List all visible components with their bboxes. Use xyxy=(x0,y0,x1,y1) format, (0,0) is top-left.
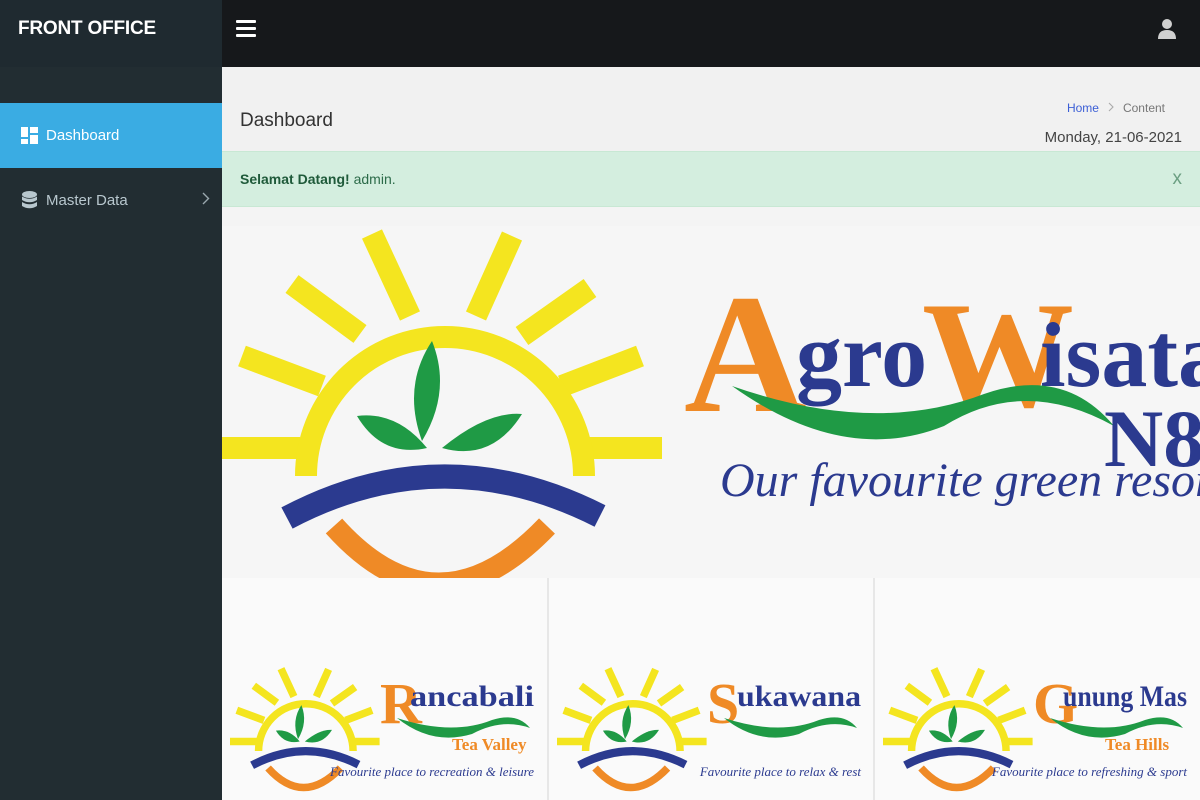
breadcrumb: Home Content xyxy=(1067,101,1165,115)
hamburger-icon[interactable] xyxy=(236,20,256,38)
card-name: unung Mas xyxy=(1063,680,1187,713)
card-name: ukawana xyxy=(737,680,861,713)
card-sukawana: Sukawana Favourite place to relax & rest xyxy=(549,578,873,800)
sub-brand-cards: Rancabali Tea Valley Favourite place to re… xyxy=(222,578,1200,800)
card-name: ancabali xyxy=(410,680,534,713)
sun-logo xyxy=(222,229,662,586)
card-logo: Sukawana Favourite place to relax & rest xyxy=(557,667,862,792)
card-rancabali: Rancabali Tea Valley Favourite place to re… xyxy=(222,578,547,800)
card-subtitle: Tea Hills xyxy=(1105,735,1169,754)
card-gunung-mas: Gunung Mas Tea Hills Favourite place to re… xyxy=(875,578,1200,800)
page-title: Dashboard xyxy=(240,110,333,131)
agro-wisata-title: A gro W isata N8 Our favourite green res… xyxy=(684,260,1200,507)
card-logo: RancabaliTea ValleyFavourite place to re… xyxy=(230,667,534,792)
welcome-alert: Selamat Datang! admin. x xyxy=(222,151,1200,207)
alert-user: admin. xyxy=(349,171,396,187)
alert-close-button[interactable]: x xyxy=(1173,168,1183,190)
dashboard-icon xyxy=(20,126,38,146)
title-initial-a: A xyxy=(684,260,807,448)
card-caption: Favourite place to relax & rest xyxy=(699,764,862,779)
title-word-gro: gro xyxy=(796,304,927,406)
top-navbar xyxy=(222,0,1200,67)
card-caption: Favourite place to recreation & leisure xyxy=(329,764,534,779)
sidebar-menu: Dashboard Master Data xyxy=(0,103,222,233)
banner-tagline: Our favourite green resort xyxy=(720,454,1200,507)
sidebar: FRONT OFFICE Dashboard Master Data xyxy=(0,0,222,800)
chevron-right-icon xyxy=(202,192,210,209)
current-date: Monday, 21-06-2021 xyxy=(1044,129,1182,146)
brand-title[interactable]: FRONT OFFICE xyxy=(0,0,222,67)
sidebar-item-label: Master Data xyxy=(46,192,128,209)
user-icon[interactable] xyxy=(1158,18,1176,40)
card-initial: S xyxy=(707,671,739,736)
content-header: Dashboard Home Content Monday, 21-06-202… xyxy=(222,67,1200,151)
sidebar-item-master-data[interactable]: Master Data xyxy=(0,168,222,233)
agro-wisata-banner: A gro W isata N8 Our favourite green res… xyxy=(222,226,1200,800)
breadcrumb-current: Content xyxy=(1122,101,1165,115)
chevron-right-icon xyxy=(1108,101,1114,115)
alert-strong: Selamat Datang! xyxy=(240,171,350,187)
card-caption: Favourite place to refreshing & sport xyxy=(991,764,1187,779)
card-subtitle: Tea Valley xyxy=(452,735,527,754)
sidebar-item-label: Dashboard xyxy=(46,127,120,144)
card-logo: Gunung MasTea HillsFavourite place to re… xyxy=(883,667,1187,792)
database-icon xyxy=(20,191,38,211)
sidebar-item-dashboard[interactable]: Dashboard xyxy=(0,103,222,168)
alert-message: Selamat Datang! admin. xyxy=(240,171,396,187)
breadcrumb-home-link[interactable]: Home xyxy=(1067,101,1099,115)
